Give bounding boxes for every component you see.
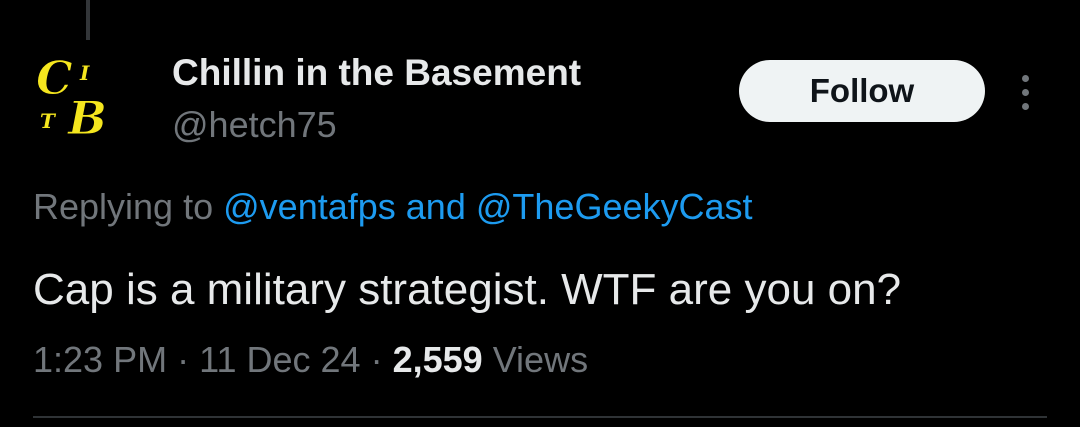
mention-conjunction: and (405, 186, 466, 227)
svg-text:I: I (79, 61, 90, 85)
follow-button[interactable]: Follow (739, 60, 985, 122)
svg-text:T: T (40, 109, 57, 133)
thread-connector-line (86, 0, 90, 40)
replying-to-label: Replying to (33, 186, 214, 227)
tweet-text: Cap is a military strategist. WTF are yo… (33, 265, 902, 314)
vertical-ellipsis-icon (1021, 102, 1029, 110)
separator-dot: · (370, 339, 383, 380)
more-options-button[interactable] (1010, 70, 1040, 114)
author-handle[interactable]: @hetch75 (172, 102, 337, 148)
tweet-metadata: 1:23 PM · 11 Dec 24 · 2,559 Views (33, 336, 588, 384)
separator-dot: · (177, 339, 190, 380)
mention-link[interactable]: @TheGeekyCast (476, 186, 753, 227)
mention-link[interactable]: @ventafps (223, 186, 396, 227)
divider (33, 416, 1047, 418)
tweet-time[interactable]: 1:23 PM (33, 339, 167, 380)
views-count[interactable]: 2,559 (393, 339, 483, 380)
cib-logo-icon: C I T B (36, 51, 108, 146)
vertical-ellipsis-icon (1021, 88, 1029, 96)
views-label: Views (492, 339, 589, 380)
tweet-date[interactable]: 11 Dec 24 (199, 339, 360, 380)
replying-to-line: Replying to @ventafps and @TheGeekyCast (33, 184, 753, 230)
svg-text:B: B (66, 91, 107, 140)
vertical-ellipsis-icon (1021, 74, 1029, 82)
avatar[interactable]: C I T B (30, 50, 142, 146)
author-display-name[interactable]: Chillin in the Basement (172, 50, 581, 96)
